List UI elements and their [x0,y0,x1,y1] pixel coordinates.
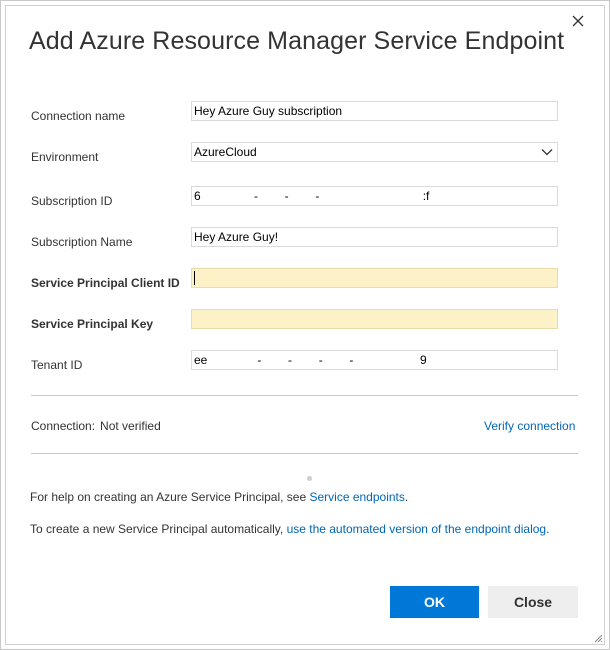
sp-key-input[interactable] [191,309,558,329]
resize-grip-icon[interactable] [593,633,603,643]
sp-client-id-row: Service Principal Client ID [31,268,561,299]
help-line-1: For help on creating an Azure Service Pr… [30,490,408,504]
tenant-id-label: Tenant ID [31,358,83,372]
connection-status: Not verified [100,419,161,433]
subscription-name-input[interactable]: Hey Azure Guy! [191,227,558,247]
environment-value: AzureCloud [194,145,257,159]
close-icon[interactable] [567,10,589,32]
divider-top [31,395,578,396]
connection-name-label: Connection name [31,109,126,123]
tenant-id-input[interactable]: ee - - - - 9 [191,350,558,370]
subscription-id-row: Subscription ID 6 - - - :f [31,186,561,217]
connection-label: Connection: [31,419,96,433]
subscription-id-label: Subscription ID [31,194,113,208]
sp-client-id-label: Service Principal Client ID [31,276,180,290]
verify-connection-link[interactable]: Verify connection [484,419,575,433]
automated-endpoint-link[interactable]: use the automated version of the endpoin… [287,522,550,536]
sp-key-row: Service Principal Key [31,309,561,340]
environment-select[interactable]: AzureCloud [191,142,558,162]
help-line-1-suffix: . [404,490,409,504]
close-button[interactable]: Close [488,586,578,618]
subscription-name-row: Subscription Name Hey Azure Guy! [31,227,561,258]
environment-label: Environment [31,150,99,164]
text-caret [194,270,195,285]
subscription-id-input[interactable]: 6 - - - :f [191,186,558,206]
dialog: Add Azure Resource Manager Service Endpo… [0,0,610,650]
help-line-2: To create a new Service Principal automa… [30,522,549,536]
connection-name-row: Connection name Hey Azure Guy subscripti… [31,101,561,132]
dialog-title: Add Azure Resource Manager Service Endpo… [29,27,565,55]
tenant-id-row: Tenant ID ee - - - - 9 [31,350,561,381]
divider-bottom [31,453,578,454]
loading-dot [307,476,312,481]
subscription-name-label: Subscription Name [31,235,133,249]
service-endpoints-link[interactable]: Service endpoints [309,490,404,504]
connection-status-area: Connection: Not verified [31,419,161,433]
help-line-2-text: To create a new Service Principal automa… [30,522,287,536]
ok-button[interactable]: OK [390,586,479,618]
environment-row: Environment AzureCloud [31,142,561,173]
connection-name-input[interactable]: Hey Azure Guy subscription [191,101,558,121]
chevron-down-icon [541,146,553,158]
sp-client-id-input[interactable] [191,268,558,288]
sp-key-label: Service Principal Key [31,317,154,331]
help-line-1-text: For help on creating an Azure Service Pr… [30,490,310,504]
